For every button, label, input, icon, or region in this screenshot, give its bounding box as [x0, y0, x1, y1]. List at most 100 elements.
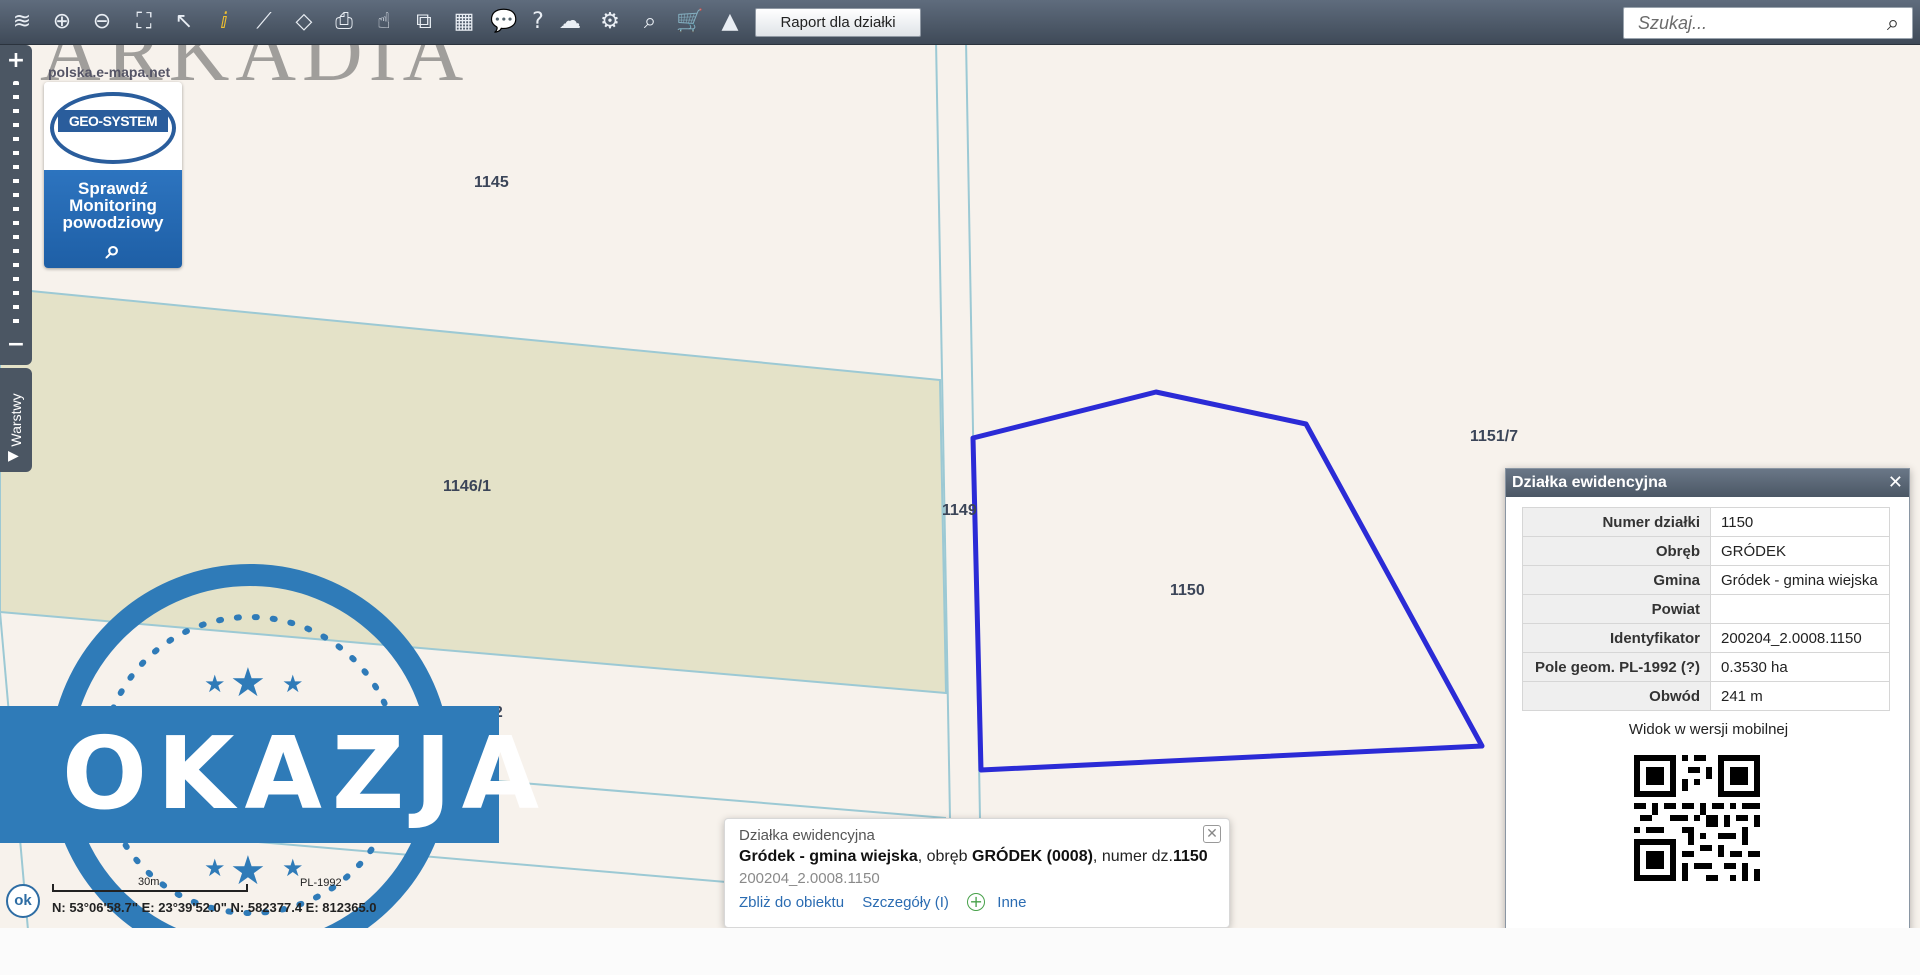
search-box: ⌕: [1623, 7, 1913, 39]
table-row: Obwód 241 m: [1522, 681, 1890, 711]
attr-value: GRÓDEK: [1710, 536, 1890, 566]
zoom-out-icon[interactable]: ⊖: [86, 6, 118, 38]
select-arrow-icon[interactable]: ↖: [168, 6, 200, 38]
attr-key: Obwód: [1522, 681, 1711, 711]
popup-parcel-summary: Gródek - gmina wiejska, obręb GRÓDEK (00…: [739, 848, 1215, 866]
zoom-minus-button[interactable]: −: [0, 333, 32, 357]
print-icon[interactable]: ⎙: [328, 6, 360, 38]
svg-text:★: ★: [204, 670, 226, 698]
popup-numer: 1150: [1172, 848, 1208, 865]
coordinates-readout: N: 53°06'58.7" E: 23°39'52.0" N: 582377.…: [52, 900, 377, 915]
cloud-icon[interactable]: ☁: [554, 6, 586, 38]
zoom-in-icon[interactable]: ⊕: [46, 6, 78, 38]
zoom-to-object-link[interactable]: Zbliż do obiektu: [739, 894, 844, 911]
attr-key: Obręb: [1522, 536, 1711, 566]
comment-icon[interactable]: 💬: [488, 6, 520, 38]
search-icon[interactable]: ⌕: [1880, 11, 1906, 37]
scale-label: 30m: [138, 876, 160, 888]
details-link[interactable]: Szczegóły (I): [862, 894, 949, 911]
info-panel-title: Działka ewidencyjna: [1512, 474, 1667, 491]
popup-heading: Działka ewidencyjna: [739, 827, 875, 844]
svg-text:★: ★: [282, 670, 304, 698]
zoom-slider: + −: [0, 45, 32, 365]
search-input[interactable]: [1624, 8, 1874, 38]
attr-value: 241 m: [1710, 681, 1890, 711]
add-icon[interactable]: +: [967, 893, 986, 911]
qr-caption: Widok w wersji mobilnej: [1628, 721, 1789, 738]
zoom-extent-icon[interactable]: ⛶: [128, 6, 160, 38]
okazja-text: OKAZJA: [62, 715, 550, 832]
table-row: Gmina Gródek - gmina wiejska: [1522, 565, 1890, 595]
popup-identifier: 200204_2.0008.1150: [739, 870, 880, 887]
magnifier-icon: ⌕: [105, 235, 121, 265]
popup-numer-prefix: , numer dz.: [1092, 848, 1173, 865]
parcel-label-1150: 1150: [1170, 582, 1205, 599]
attr-value: 1150: [1710, 507, 1890, 537]
attr-key: Pole geom. PL-1992 (?): [1522, 652, 1711, 682]
table-row: Identyfikator 200204_2.0008.1150: [1522, 623, 1890, 653]
parcel-label-1149: 1149: [942, 502, 977, 519]
expand-arrow-icon: ▶: [8, 448, 19, 464]
geo-site-label: polska.e-mapa.net: [48, 64, 171, 80]
layout-icon[interactable]: ▦: [448, 6, 480, 38]
close-icon[interactable]: ✕: [1888, 469, 1903, 497]
cart-icon[interactable]: 🛒: [674, 6, 706, 38]
layers-tab[interactable]: Warstwy ▶: [0, 368, 32, 472]
help-icon[interactable]: ?: [522, 6, 554, 38]
geo-system-logo-text: GEO-SYSTEM: [58, 110, 168, 132]
info-panel-header: Działka ewidencyjna ✕: [1506, 469, 1909, 497]
parcel-popup: ✕ Działka ewidencyjna Gródek - gmina wie…: [724, 818, 1230, 928]
attr-key: Powiat: [1522, 594, 1711, 624]
popup-actions: Zbliż do obiektu Szczegóły (I) + Inne: [739, 893, 1215, 911]
info-icon[interactable]: ⅈ: [208, 6, 240, 38]
promo-line: Monitoring: [69, 196, 157, 215]
attr-key: Identyfikator: [1522, 623, 1711, 653]
pan-icon[interactable]: ☝: [368, 6, 400, 38]
crs-selector[interactable]: PL-1992: [300, 877, 342, 889]
parcel-label-1145: 1145: [474, 174, 509, 191]
popup-obreb-prefix: , obręb: [917, 848, 972, 865]
attr-value: [1710, 594, 1890, 624]
flood-monitoring-promo[interactable]: GEO-SYSTEM Sprawdź Monitoring powodziowy…: [44, 82, 182, 268]
attr-value: 200204_2.0008.1150: [1710, 623, 1890, 653]
parcel-attributes-table: Numer działki 1150 Obręb GRÓDEK Gmina Gróde…: [1522, 507, 1890, 711]
attr-value: 0.3530 ha: [1710, 652, 1890, 682]
flood-monitoring-text: Sprawdź Monitoring powodziowy ⌕: [44, 170, 182, 268]
svg-text:★: ★: [230, 660, 266, 706]
overlay-icon[interactable]: ⧉: [408, 6, 440, 38]
settings-icon[interactable]: ⚙: [594, 6, 626, 38]
close-icon[interactable]: ✕: [1203, 825, 1221, 843]
attr-key: Gmina: [1522, 565, 1711, 595]
layers-tab-label: Warstwy: [8, 393, 24, 447]
promo-line: Sprawdź: [78, 179, 148, 198]
north-arrow-icon[interactable]: ▲: [714, 6, 746, 38]
other-link[interactable]: Inne: [997, 894, 1026, 911]
find-icon[interactable]: ⌕: [634, 6, 666, 38]
table-row: Numer działki 1150: [1522, 507, 1890, 537]
popup-obreb: GRÓDEK (0008): [972, 848, 1093, 865]
parcel-info-panel: Działka ewidencyjna ✕ Numer działki 1150 …: [1505, 468, 1910, 973]
promo-line: powodziowy: [62, 213, 164, 232]
ok-button[interactable]: ok: [6, 884, 40, 918]
parcel-report-button[interactable]: Raport dla działki: [755, 8, 921, 37]
measure-area-icon[interactable]: ◇: [288, 6, 320, 38]
attr-value: Gródek - gmina wiejska: [1710, 565, 1890, 595]
main-toolbar: ≋ ⊕ ⊖ ⛶ ↖ ⅈ ⟋ ◇ ⎙ ☝ ⧉ ▦ 💬 ? ☁ ⚙ ⌕ 🛒 ▲ Ra…: [0, 0, 1920, 45]
qr-code[interactable]: [1634, 755, 1760, 881]
table-row: Powiat: [1522, 594, 1890, 624]
geo-system-logo: GEO-SYSTEM: [44, 82, 182, 170]
bottom-strip: [0, 928, 1920, 975]
layers-icon[interactable]: ≋: [6, 6, 38, 38]
parcel-label-1146-1: 1146/1: [443, 478, 492, 495]
parcel-1150-outline[interactable]: [970, 389, 1485, 773]
parcel-label-1151-7: 1151/7: [1470, 428, 1519, 445]
map-viewer: ★ ★ ★ ★ ★ ★ ARKADIA 1145 1146/1 1149 115…: [0, 0, 1920, 975]
attr-key: Numer działki: [1522, 507, 1711, 537]
zoom-plus-button[interactable]: +: [0, 49, 32, 73]
table-row: Pole geom. PL-1992 (?) 0.3530 ha: [1522, 652, 1890, 682]
svg-text:★: ★: [204, 854, 226, 882]
measure-line-icon[interactable]: ⟋: [248, 6, 280, 38]
zoom-track[interactable]: [13, 81, 19, 325]
popup-gmina: Gródek - gmina wiejska: [739, 848, 918, 865]
table-row: Obręb GRÓDEK: [1522, 536, 1890, 566]
